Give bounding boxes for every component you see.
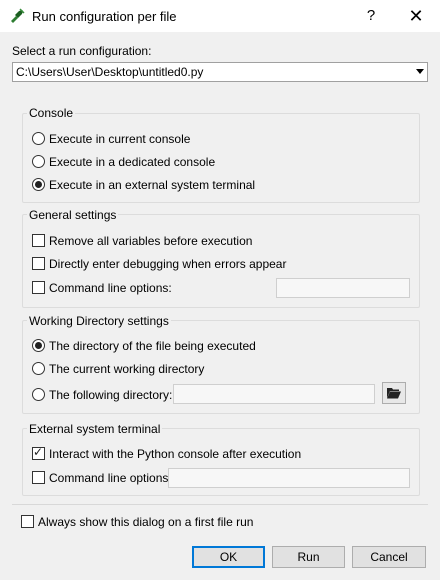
checkbox-interact-python-console[interactable]: ✓ [32,445,45,460]
cancel-button[interactable]: Cancel [352,546,426,568]
window-title: Run configuration per file [32,9,177,24]
radio-following-directory-label: The following directory: [49,388,173,402]
checkbox-general-cmd-options[interactable] [32,281,45,294]
radio-external-terminal[interactable] [32,178,45,191]
console-group-title: Console [27,106,76,120]
checkbox-general-cmd-options-label: Command line options: [49,281,172,295]
run-config-dropdown[interactable]: C:\Users\User\Desktop\untitled0.py [12,62,428,82]
checkbox-external-cmd-options[interactable] [32,471,45,484]
checkbox-always-show-dialog-label: Always show this dialog on a first file … [38,515,254,529]
checkbox-remove-variables[interactable] [32,234,45,247]
radio-current-working-directory-label: The current working directory [49,362,205,376]
chevron-down-icon [416,69,424,74]
radio-external-terminal-label: Execute in an external system terminal [49,178,256,192]
checkmark-icon: ✓ [33,445,44,459]
radio-following-directory[interactable] [32,388,45,401]
radio-current-console-label: Execute in current console [49,132,191,146]
radio-dedicated-console-label: Execute in a dedicated console [49,155,216,169]
external-cmd-options-input[interactable] [168,468,410,488]
radio-current-console[interactable] [32,132,45,145]
external-terminal-title: External system terminal [27,422,163,436]
title-bar: Run configuration per file ? ✕ [0,0,440,32]
folder-open-icon [387,388,401,399]
working-directory-title: Working Directory settings [27,314,171,328]
checkbox-debug-on-error-label: Directly enter debugging when errors app… [49,257,287,271]
run-button[interactable]: Run [272,546,345,568]
run-config-value: C:\Users\User\Desktop\untitled0.py [16,65,204,79]
checkbox-debug-on-error[interactable] [32,257,45,270]
browse-directory-button[interactable] [382,382,406,404]
radio-dedicated-console[interactable] [32,155,45,168]
radio-file-directory-label: The directory of the file being executed [49,339,256,353]
select-config-label: Select a run configuration: [12,44,152,58]
checkbox-remove-variables-label: Remove all variables before execution [49,234,253,248]
ok-button[interactable]: OK [192,546,265,568]
checkbox-external-cmd-options-label: Command line options: [49,471,172,485]
separator [12,504,428,505]
general-cmd-options-input[interactable] [276,278,410,298]
following-directory-input[interactable] [173,384,375,404]
general-settings-title: General settings [27,208,119,222]
checkbox-always-show-dialog[interactable] [21,515,34,528]
spyder-run-icon [11,8,25,23]
radio-current-working-directory[interactable] [32,362,45,375]
close-button[interactable]: ✕ [400,0,432,32]
checkbox-interact-python-console-label: Interact with the Python console after e… [49,447,302,461]
help-button[interactable]: ? [356,0,386,32]
radio-file-directory[interactable] [32,339,45,352]
